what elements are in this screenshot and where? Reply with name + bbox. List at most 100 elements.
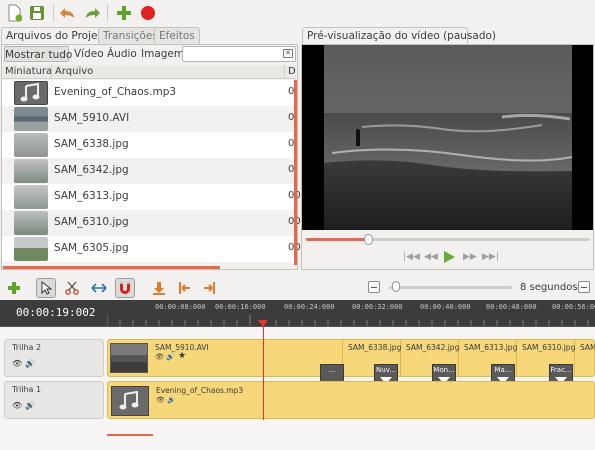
transition-label: Nuv... <box>376 366 396 374</box>
transition-label: Mon... <box>433 366 455 374</box>
video-thumbnail <box>14 107 48 131</box>
zoom-slider-handle[interactable] <box>392 281 400 292</box>
plus-icon <box>117 6 131 20</box>
zoom-label: 8 segundos <box>520 282 578 293</box>
file-name: SAM_6338.jpg <box>54 138 129 150</box>
timeline-scrollbar[interactable] <box>107 434 153 436</box>
list-item[interactable]: SAM_5910.AVI 0 <box>2 106 296 132</box>
plus-icon <box>8 282 20 294</box>
filter-audio-button[interactable]: Áudio <box>107 46 137 62</box>
clear-search-icon[interactable]: ✕ <box>283 49 293 58</box>
star-icon: ★ <box>178 351 187 361</box>
speaker-icon: 🔊 <box>166 353 175 361</box>
image-clip[interactable]: SAM_ <box>575 339 595 377</box>
undo-button[interactable] <box>58 3 78 23</box>
column-header-date[interactable]: D <box>288 66 296 77</box>
zoom-in-button[interactable] <box>578 281 590 293</box>
filter-show-all-button[interactable]: Mostrar tudo <box>4 46 72 62</box>
play-button[interactable] <box>443 250 456 267</box>
tab-effects[interactable]: Efeitos <box>154 27 200 44</box>
resize-tool-button[interactable] <box>89 278 109 298</box>
rewind-icon: ◀◀ <box>424 252 438 262</box>
zoom-slider-track[interactable] <box>389 286 512 289</box>
speaker-icon[interactable]: 🔊 <box>25 359 35 368</box>
transition-label: ... <box>328 366 336 374</box>
list-item[interactable]: Evening_of_Chaos.mp3 0 <box>2 80 296 106</box>
eye-icon: 👁 <box>156 396 165 404</box>
ruler-label: 00:00:08:000 <box>155 303 206 311</box>
music-note-icon <box>119 391 139 410</box>
jump-to-start-button[interactable]: |◀◀ <box>403 252 420 262</box>
new-project-button[interactable] <box>4 3 24 23</box>
save-project-button[interactable] <box>27 3 47 23</box>
zoom-out-button[interactable] <box>368 281 380 293</box>
file-name: SAM_6305.jpg <box>54 242 129 254</box>
audio-thumbnail <box>14 81 48 105</box>
speaker-icon[interactable]: 🔊 <box>25 401 35 410</box>
clip-thumbnail <box>110 343 148 373</box>
image-thumbnail <box>14 211 48 235</box>
jump-to-end-button[interactable]: ▶▶| <box>482 252 499 262</box>
add-marker-button[interactable] <box>149 278 169 298</box>
filter-video-button[interactable]: Vídeo <box>74 46 104 62</box>
playback-progress-fill <box>306 238 368 241</box>
list-item[interactable]: SAM_6305.jpg 00 <box>2 236 301 262</box>
search-input[interactable] <box>182 46 296 62</box>
clip-name: SAM_6338.jpg <box>348 343 402 352</box>
transition-label: Ma... <box>494 366 512 374</box>
import-files-button[interactable] <box>114 3 134 23</box>
scissors-icon <box>65 281 79 295</box>
playback-slider-handle[interactable] <box>364 234 373 245</box>
column-header-thumbnail[interactable]: Miniatura <box>5 66 52 77</box>
eye-icon[interactable]: 👁 <box>12 401 22 410</box>
track-header[interactable]: Trilha 2 👁 🔊 <box>4 339 104 377</box>
rewind-button[interactable]: ◀◀ <box>424 252 438 262</box>
video-preview <box>302 45 593 230</box>
playhead-line[interactable] <box>263 320 264 420</box>
filter-image-button[interactable]: Imagem <box>141 46 184 62</box>
file-name: Evening_of_Chaos.mp3 <box>54 86 177 98</box>
ruler-label: 00:00:32:000 <box>352 303 403 311</box>
horizontal-scrollbar[interactable] <box>3 266 220 269</box>
previous-marker-button[interactable] <box>174 278 194 298</box>
arrows-horizontal-icon <box>91 283 107 293</box>
list-item[interactable]: SAM_6310.jpg 00 <box>2 210 301 236</box>
track-header[interactable]: Trilha 1 👁 🔊 <box>4 381 104 419</box>
column-header-file[interactable]: Arquivo <box>55 66 93 77</box>
export-video-button[interactable] <box>138 3 158 23</box>
audio-clip[interactable]: Evening_of_Chaos.mp3 👁 🔊 <box>107 381 595 419</box>
add-track-button[interactable] <box>4 278 24 298</box>
speaker-icon: 🔊 <box>167 396 176 404</box>
image-thumbnail <box>14 159 48 183</box>
image-thumbnail <box>14 237 48 261</box>
fast-forward-button[interactable]: ▶▶ <box>463 252 477 262</box>
list-item[interactable]: SAM_6313.jpg 00 <box>2 184 301 210</box>
clip-name: SAM_6342.jpg <box>406 343 460 352</box>
video-clip[interactable]: SAM_5910.AVI 👁 🔊 ★ <box>107 339 343 377</box>
tab-video-preview[interactable]: Pré-visualização do vídeo (pausado) <box>302 27 496 45</box>
skip-forward-icon: ▶▶| <box>482 252 499 262</box>
skip-back-icon: |◀◀ <box>403 252 420 262</box>
record-icon <box>141 6 155 20</box>
select-tool-button[interactable] <box>36 278 56 298</box>
clip-name: SAM_6310.jpg <box>522 343 576 352</box>
next-marker-button[interactable] <box>200 278 220 298</box>
track-name: Trilha 1 <box>12 385 42 394</box>
zoom-out-icon <box>371 287 377 288</box>
ruler-label: 00:00:48:000 <box>486 303 537 311</box>
file-name: SAM_6313.jpg <box>54 190 129 202</box>
tab-project-files[interactable]: Arquivos do Projeto <box>1 27 114 45</box>
ruler-label: 00:00:24:000 <box>284 303 335 311</box>
snapping-toggle-button[interactable] <box>115 278 135 298</box>
image-thumbnail <box>14 185 48 209</box>
marker-icon <box>153 282 165 295</box>
list-item[interactable]: SAM_6338.jpg 0 <box>2 132 296 158</box>
razor-tool-button[interactable] <box>62 278 82 298</box>
vertical-scrollbar[interactable] <box>294 80 297 265</box>
redo-button[interactable] <box>82 3 102 23</box>
list-item[interactable]: SAM_6342.jpg 0 <box>2 158 296 184</box>
clip-name: SAM_ <box>580 343 595 352</box>
eye-icon[interactable]: 👁 <box>12 359 22 368</box>
video-frame <box>324 45 573 230</box>
clip-thumbnail <box>111 386 149 416</box>
